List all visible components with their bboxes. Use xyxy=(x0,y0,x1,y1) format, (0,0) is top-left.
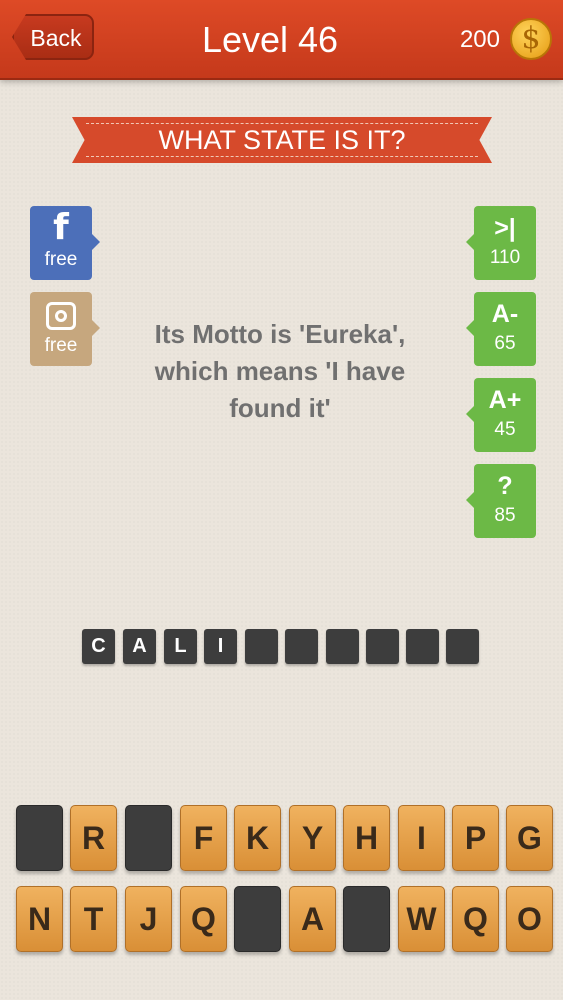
instagram-icon xyxy=(46,302,76,330)
letter-tile[interactable]: W xyxy=(398,886,445,952)
clue-text: Its Motto is 'Eureka', which means 'I ha… xyxy=(154,319,406,423)
facebook-icon: f xyxy=(53,207,69,248)
question-banner-text: WHAT STATE IS IT? xyxy=(158,125,406,155)
answer-slot[interactable]: I xyxy=(204,629,237,664)
facebook-free-label: free xyxy=(44,249,78,270)
instagram-share-button[interactable]: free xyxy=(30,292,100,366)
top-bar: Back Level 46 200 $ xyxy=(0,0,563,80)
letter-tile[interactable]: Q xyxy=(452,886,499,952)
question-mark-icon: ? xyxy=(497,472,513,500)
facebook-share-button[interactable]: f free xyxy=(30,206,100,280)
letter-tile[interactable]: N xyxy=(16,886,63,952)
back-button[interactable]: Back xyxy=(12,14,94,60)
instagram-free-label: free xyxy=(44,335,78,356)
letter-tile[interactable]: P xyxy=(452,805,499,871)
hint-button[interactable]: ? 85 xyxy=(466,464,536,538)
remove-letters-button[interactable]: A- 65 xyxy=(466,292,536,366)
letter-tile[interactable]: O xyxy=(506,886,553,952)
letter-tile[interactable]: Y xyxy=(289,805,336,871)
answer-slot[interactable] xyxy=(285,629,318,664)
letter-tile[interactable]: K xyxy=(234,805,281,871)
answer-slot[interactable]: A xyxy=(123,629,156,664)
remove-letters-icon: A- xyxy=(491,300,519,328)
answer-slot[interactable] xyxy=(406,629,439,664)
reveal-letter-button[interactable]: A+ 45 xyxy=(466,378,536,452)
reveal-letter-cost: 45 xyxy=(494,419,516,440)
coin-count: 200 xyxy=(459,26,500,53)
answer-slot[interactable] xyxy=(326,629,359,664)
letter-tile[interactable]: A xyxy=(289,886,336,952)
hint-cost: 85 xyxy=(494,505,516,526)
skip-level-button[interactable]: >| 110 xyxy=(466,206,536,280)
letter-tile[interactable]: T xyxy=(70,886,117,952)
letter-tile[interactable]: I xyxy=(398,805,445,871)
answer-slot[interactable] xyxy=(245,629,278,664)
letter-tile-used xyxy=(125,805,172,871)
letter-tile[interactable]: H xyxy=(343,805,390,871)
letter-tile[interactable]: Q xyxy=(180,886,227,952)
answer-slot[interactable] xyxy=(446,629,479,664)
skip-cost: 110 xyxy=(489,247,521,268)
letter-tile-used xyxy=(343,886,390,952)
answer-slot[interactable]: C xyxy=(82,629,115,664)
letter-tile-used xyxy=(234,886,281,952)
letter-tile[interactable]: J xyxy=(125,886,172,952)
skip-icon: >| xyxy=(494,214,516,242)
level-title: Level 46 xyxy=(201,19,339,60)
coin-icon: $ xyxy=(510,18,552,60)
answer-slot[interactable] xyxy=(366,629,399,664)
letter-tile[interactable]: F xyxy=(180,805,227,871)
question-banner: WHAT STATE IS IT? xyxy=(72,117,492,163)
answer-slot[interactable]: L xyxy=(164,629,197,664)
letter-tile[interactable]: R xyxy=(70,805,117,871)
letter-tile[interactable]: G xyxy=(506,805,553,871)
letter-tile-used xyxy=(16,805,63,871)
remove-letters-cost: 65 xyxy=(494,333,516,354)
reveal-letter-icon: A+ xyxy=(488,386,522,414)
